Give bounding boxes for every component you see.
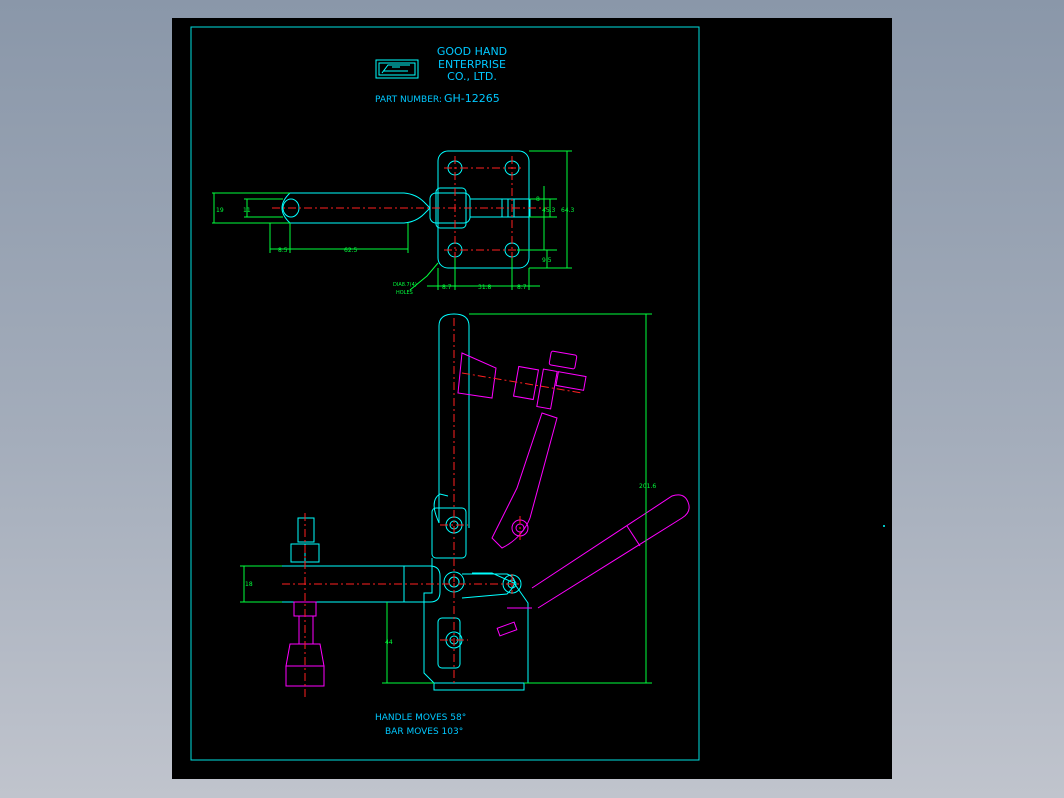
cursor-dot: [883, 525, 885, 527]
company-name-line1: GOOD HAND: [437, 45, 507, 58]
dim-62-5-label: 62.5: [344, 247, 358, 254]
bar-moves-note: BAR MOVES 103°: [385, 727, 463, 737]
side-view-outline: [243, 313, 529, 691]
side-view-centerlines: [282, 318, 583, 698]
dim-8-7a-label: 8.7: [442, 284, 452, 291]
company-logo: [375, 59, 419, 79]
dim-18-label: 18: [245, 581, 253, 588]
dim-19-label: 19: [216, 207, 224, 214]
drawing-canvas: GOOD HAND ENTERPRISE CO., LTD. PART NUMB…: [190, 26, 885, 761]
dim-44-label: 44: [385, 639, 393, 646]
dim-31-8-label: 31.8: [478, 284, 492, 291]
part-number-label: PART NUMBER:: [375, 95, 442, 105]
dim-45-3-label: 45.3: [542, 207, 556, 214]
cad-viewport[interactable]: GOOD HAND ENTERPRISE CO., LTD. PART NUMB…: [172, 18, 892, 779]
open-position-ghost: [285, 350, 690, 687]
dim-8-label: 8: [536, 196, 540, 203]
holes-note-line1: DIA8.7(4): [393, 282, 417, 288]
dim-201-6-label: 201.6: [639, 483, 656, 490]
dim-8-7b-label: 8.7: [517, 284, 527, 291]
holes-note-line2: HOLES: [396, 290, 413, 296]
part-number-value: GH-12265: [444, 92, 500, 105]
company-name-line3: CO., LTD.: [447, 70, 497, 83]
handle-moves-note: HANDLE MOVES 58°: [375, 713, 466, 723]
drawing-frame: [190, 26, 700, 761]
dim-8-5-label: 8.5: [278, 247, 288, 254]
side-view-dimension-lines: [240, 313, 652, 684]
dim-64-3-label: 64.3: [561, 207, 575, 214]
dim-9-5-label: 9.5: [542, 257, 552, 264]
dim-11-label: 11: [243, 207, 251, 214]
